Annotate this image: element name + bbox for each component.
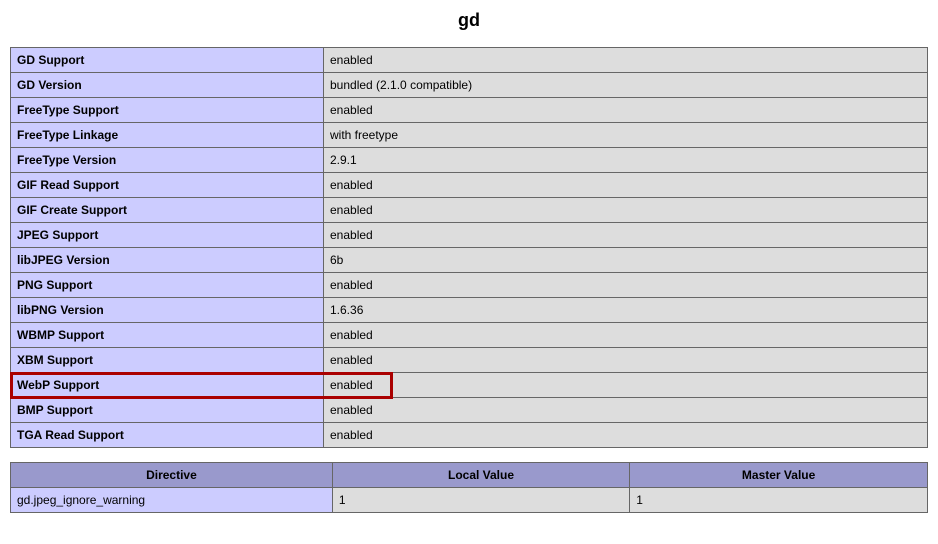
gd-info-table: GD SupportenabledGD Versionbundled (2.1.… [10, 47, 928, 448]
info-row: libPNG Version1.6.36 [11, 298, 928, 323]
col-directive: Directive [11, 463, 333, 488]
directive-name: gd.jpeg_ignore_warning [11, 488, 333, 513]
info-label: libPNG Version [11, 298, 324, 323]
gd-directives-table: Directive Local Value Master Value gd.jp… [10, 462, 928, 513]
info-value: enabled [324, 173, 928, 198]
info-value: enabled [324, 323, 928, 348]
section-title: gd [10, 10, 928, 31]
info-label: JPEG Support [11, 223, 324, 248]
info-value: with freetype [324, 123, 928, 148]
info-row: libJPEG Version6b [11, 248, 928, 273]
info-row: FreeType Linkagewith freetype [11, 123, 928, 148]
info-label: PNG Support [11, 273, 324, 298]
directive-master-value: 1 [630, 488, 928, 513]
info-row: GIF Read Supportenabled [11, 173, 928, 198]
info-row: GD Versionbundled (2.1.0 compatible) [11, 73, 928, 98]
info-label: WebP Support [11, 373, 324, 398]
info-value: enabled [324, 223, 928, 248]
info-label: FreeType Support [11, 98, 324, 123]
info-label: GD Version [11, 73, 324, 98]
col-master-value: Master Value [630, 463, 928, 488]
info-label: GD Support [11, 48, 324, 73]
col-local-value: Local Value [332, 463, 629, 488]
info-label: TGA Read Support [11, 423, 324, 448]
info-row: FreeType Supportenabled [11, 98, 928, 123]
info-value: enabled [324, 373, 928, 398]
info-label: XBM Support [11, 348, 324, 373]
info-value: enabled [324, 273, 928, 298]
info-label: GIF Create Support [11, 198, 324, 223]
info-value: enabled [324, 423, 928, 448]
info-value: 6b [324, 248, 928, 273]
info-label: WBMP Support [11, 323, 324, 348]
info-row: WBMP Supportenabled [11, 323, 928, 348]
directive-row: gd.jpeg_ignore_warning 1 1 [11, 488, 928, 513]
info-label: FreeType Linkage [11, 123, 324, 148]
info-row: XBM Supportenabled [11, 348, 928, 373]
info-value: enabled [324, 398, 928, 423]
info-value: enabled [324, 198, 928, 223]
info-row: GD Supportenabled [11, 48, 928, 73]
info-value: 1.6.36 [324, 298, 928, 323]
info-value: enabled [324, 348, 928, 373]
info-value: enabled [324, 98, 928, 123]
info-label: BMP Support [11, 398, 324, 423]
info-row: FreeType Version2.9.1 [11, 148, 928, 173]
info-row: BMP Supportenabled [11, 398, 928, 423]
info-value: 2.9.1 [324, 148, 928, 173]
info-row: JPEG Supportenabled [11, 223, 928, 248]
info-label: GIF Read Support [11, 173, 324, 198]
info-label: libJPEG Version [11, 248, 324, 273]
info-row: WebP Supportenabled [11, 373, 928, 398]
info-row: TGA Read Supportenabled [11, 423, 928, 448]
directives-header-row: Directive Local Value Master Value [11, 463, 928, 488]
info-value: bundled (2.1.0 compatible) [324, 73, 928, 98]
info-label: FreeType Version [11, 148, 324, 173]
directive-local-value: 1 [332, 488, 629, 513]
info-row: GIF Create Supportenabled [11, 198, 928, 223]
info-value: enabled [324, 48, 928, 73]
info-row: PNG Supportenabled [11, 273, 928, 298]
